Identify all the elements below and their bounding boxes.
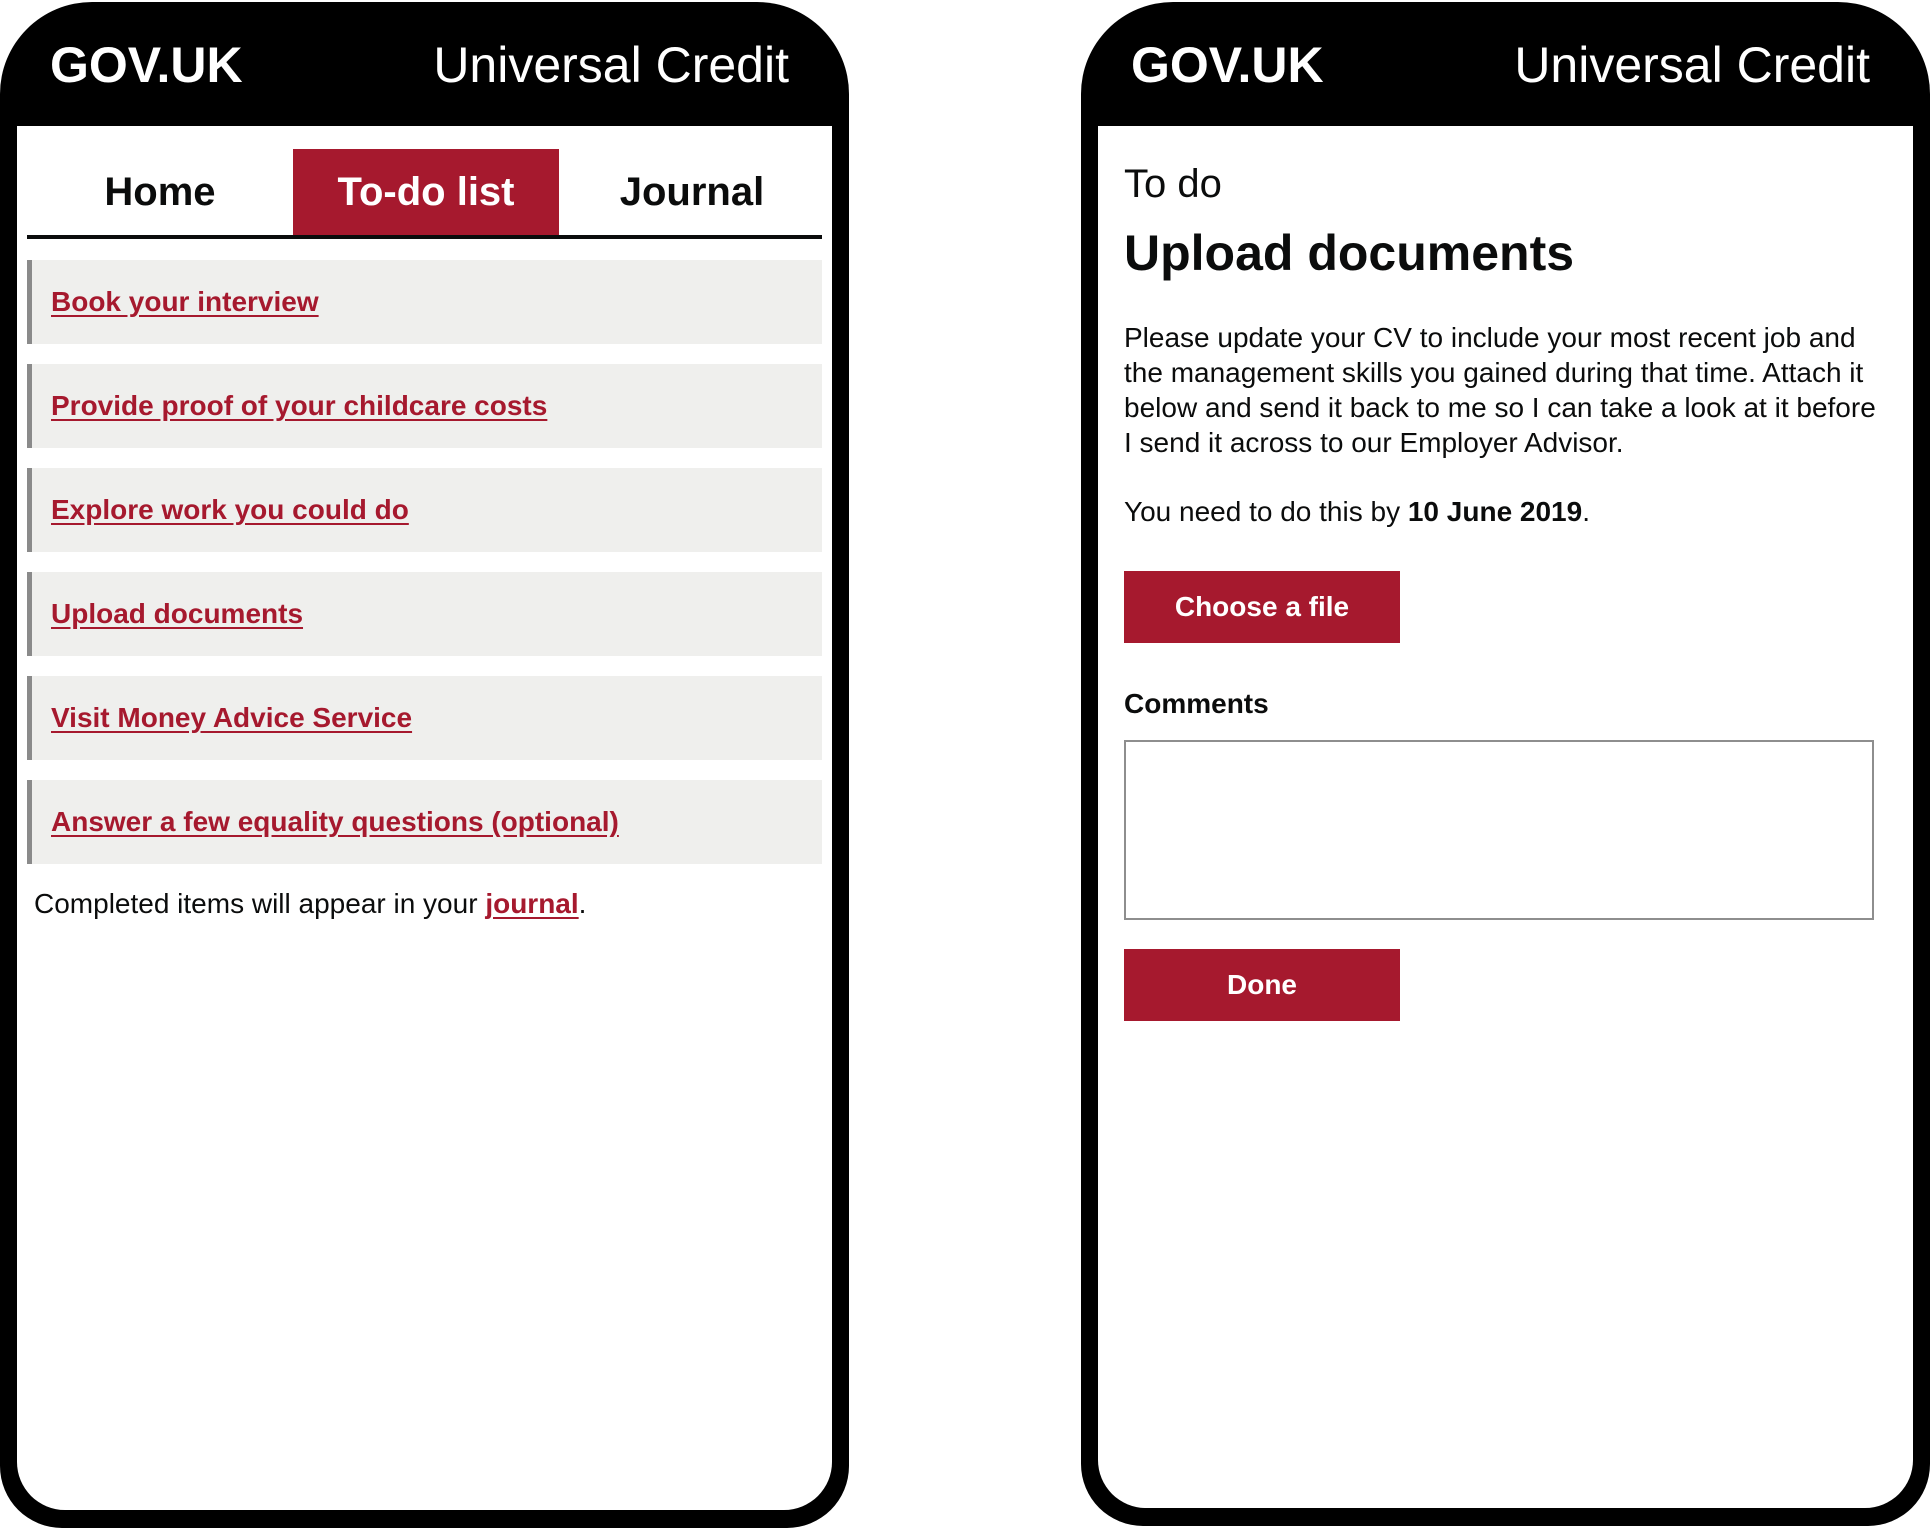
tab-todo-list[interactable]: To-do list bbox=[293, 149, 559, 235]
app-header: GOV.UK Universal Credit bbox=[1081, 2, 1930, 126]
choose-file-button[interactable]: Choose a file bbox=[1124, 571, 1400, 643]
completed-note-text: Completed items will appear in your bbox=[34, 888, 486, 919]
done-button[interactable]: Done bbox=[1124, 949, 1400, 1021]
todo-link-equality-questions[interactable]: Answer a few equality questions (optiona… bbox=[51, 806, 619, 838]
todo-list: Book your interview Provide proof of you… bbox=[27, 260, 822, 884]
journal-link[interactable]: journal bbox=[485, 888, 578, 919]
page-caption: To do bbox=[1124, 162, 1222, 206]
list-item: Visit Money Advice Service bbox=[27, 676, 822, 760]
phone-upload-documents: GOV.UK Universal Credit To do Upload doc… bbox=[1081, 2, 1930, 1526]
govuk-logo[interactable]: GOV.UK bbox=[1131, 36, 1324, 94]
tab-bar: Home To-do list Journal bbox=[27, 149, 822, 239]
deadline-text: You need to do this by 10 June 2019. bbox=[1124, 496, 1590, 528]
deadline-date: 10 June 2019 bbox=[1407, 496, 1583, 527]
tab-home[interactable]: Home bbox=[27, 149, 293, 235]
todo-link-childcare-costs[interactable]: Provide proof of your childcare costs bbox=[51, 390, 547, 422]
govuk-logo[interactable]: GOV.UK bbox=[50, 36, 243, 94]
todo-link-upload-documents[interactable]: Upload documents bbox=[51, 598, 303, 630]
service-name: Universal Credit bbox=[433, 37, 789, 93]
page-title: Upload documents bbox=[1124, 225, 1575, 281]
deadline-suffix: . bbox=[1582, 496, 1590, 527]
completed-note-period: . bbox=[578, 888, 587, 919]
completed-note: Completed items will appear in your jour… bbox=[34, 888, 586, 920]
screen: To do Upload documents Please update you… bbox=[1098, 126, 1913, 1508]
comments-label: Comments bbox=[1124, 688, 1269, 719]
screen: Home To-do list Journal Book your interv… bbox=[17, 126, 832, 1510]
tab-journal[interactable]: Journal bbox=[559, 149, 825, 235]
service-name: Universal Credit bbox=[1514, 37, 1870, 93]
comments-textarea[interactable] bbox=[1124, 740, 1874, 920]
list-item: Provide proof of your childcare costs bbox=[27, 364, 822, 448]
phone-todo-list: GOV.UK Universal Credit Home To-do list … bbox=[0, 2, 849, 1528]
list-item: Answer a few equality questions (optiona… bbox=[27, 780, 822, 864]
todo-link-book-interview[interactable]: Book your interview bbox=[51, 286, 319, 318]
list-item: Book your interview bbox=[27, 260, 822, 344]
task-description: Please update your CV to include your mo… bbox=[1124, 322, 1876, 458]
app-header: GOV.UK Universal Credit bbox=[0, 2, 849, 126]
list-item: Upload documents bbox=[27, 572, 822, 656]
list-item: Explore work you could do bbox=[27, 468, 822, 552]
deadline-prefix: You need to do this by bbox=[1124, 496, 1408, 527]
todo-link-explore-work[interactable]: Explore work you could do bbox=[51, 494, 409, 526]
todo-link-money-advice[interactable]: Visit Money Advice Service bbox=[51, 702, 412, 734]
